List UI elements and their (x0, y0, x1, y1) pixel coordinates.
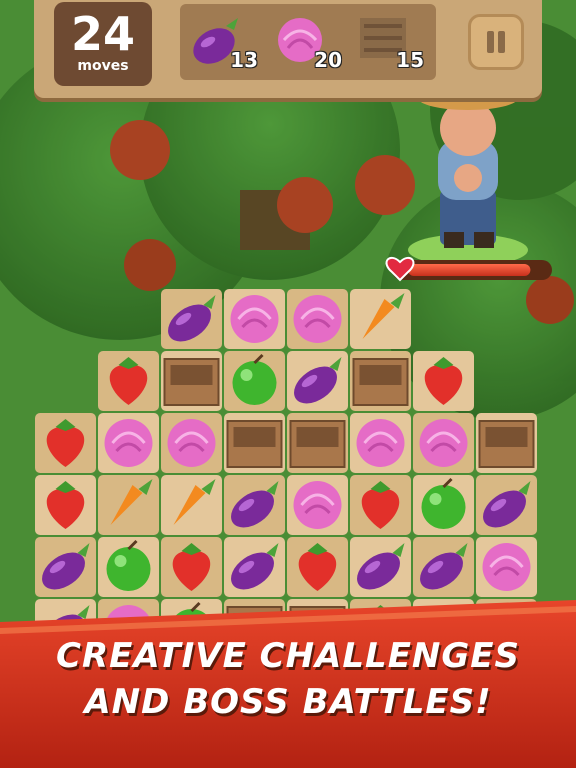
board-cell-cabbage[interactable] (98, 413, 159, 473)
board-cell-carrot[interactable] (350, 289, 411, 349)
board-cell-strawberry[interactable] (161, 537, 222, 597)
board-cell-eggplant[interactable] (476, 475, 537, 535)
top-hud: 24 moves 13 20 15 (34, 0, 542, 98)
goal-count: 15 (396, 48, 424, 72)
board-cell-cabbage[interactable] (350, 413, 411, 473)
board-cell-eggplant[interactable] (350, 537, 411, 597)
boss-health-bar (385, 256, 552, 282)
board-cell-crate[interactable] (287, 413, 348, 473)
board-cell-crate[interactable] (476, 413, 537, 473)
board-cell-carrot[interactable] (98, 475, 159, 535)
board-cell-crate[interactable] (161, 351, 222, 411)
board-cell-apple[interactable] (413, 475, 474, 535)
pause-icon (498, 31, 505, 53)
board-cell-cabbage[interactable] (224, 289, 285, 349)
moves-label: moves (77, 58, 129, 74)
board-cell-strawberry[interactable] (35, 413, 96, 473)
board-cell-cabbage[interactable] (161, 413, 222, 473)
board-cell-apple[interactable] (98, 537, 159, 597)
board-cell-crate[interactable] (350, 351, 411, 411)
goal-soil: 15 (352, 10, 432, 76)
board-cell-strawberry[interactable] (287, 537, 348, 597)
goal-count: 20 (314, 48, 342, 72)
board-cell-cabbage[interactable] (413, 413, 474, 473)
banner-line-2: AND BOSS BATTLES! (84, 682, 492, 722)
board-cell-carrot[interactable] (161, 475, 222, 535)
board-cell-eggplant[interactable] (35, 537, 96, 597)
goal-count: 13 (230, 48, 258, 72)
moves-count: 24 (70, 7, 135, 61)
board-cell-strawberry[interactable] (413, 351, 474, 411)
board-cell-strawberry[interactable] (35, 475, 96, 535)
board-cell-eggplant[interactable] (413, 537, 474, 597)
pause-icon (487, 31, 494, 53)
board-cell-cabbage[interactable] (476, 537, 537, 597)
pause-button[interactable] (468, 14, 524, 70)
promo-banner: CREATIVE CHALLENGES AND BOSS BATTLES! (0, 612, 576, 768)
goal-eggplant: 13 (186, 10, 266, 76)
board-cell-strawberry[interactable] (350, 475, 411, 535)
moves-counter: 24 moves (54, 2, 152, 86)
board-cell-crate[interactable] (224, 413, 285, 473)
board-cell-eggplant[interactable] (224, 537, 285, 597)
board-cell-eggplant[interactable] (161, 289, 222, 349)
board-cell-eggplant[interactable] (287, 351, 348, 411)
board-cell-apple[interactable] (224, 351, 285, 411)
banner-line-1: CREATIVE CHALLENGES (56, 636, 520, 676)
board-cell-cabbage[interactable] (287, 475, 348, 535)
board-cell-cabbage[interactable] (287, 289, 348, 349)
board-cell-strawberry[interactable] (98, 351, 159, 411)
goal-cabbage: 20 (270, 10, 350, 76)
board-cell-eggplant[interactable] (224, 475, 285, 535)
goals-panel: 13 20 15 (180, 4, 436, 80)
